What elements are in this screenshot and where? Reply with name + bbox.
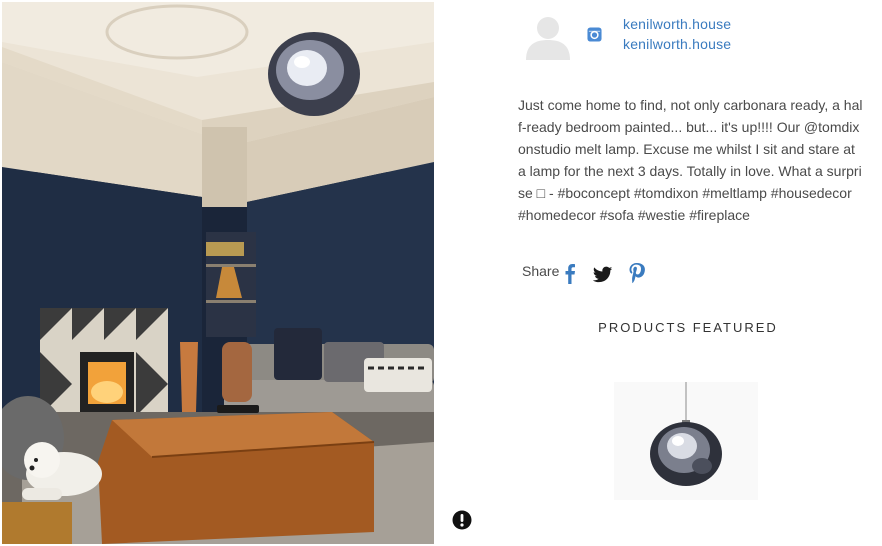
products-featured-heading: PRODUCTS FEATURED: [598, 320, 778, 335]
post-caption: Just come home to find, not only carbona…: [518, 97, 863, 223]
post-photo[interactable]: [2, 2, 434, 544]
facebook-icon[interactable]: [560, 262, 580, 284]
post-author: kenilworth.house kenilworth.house: [522, 12, 842, 62]
melt-lamp-product-image: [650, 382, 722, 486]
author-handle-link[interactable]: kenilworth.house: [623, 16, 731, 32]
share-bar: Share: [522, 262, 662, 286]
share-label: Share: [522, 263, 560, 279]
report-alert-icon[interactable]: [452, 510, 472, 530]
product-card-melt-lamp[interactable]: [614, 382, 758, 500]
twitter-icon[interactable]: [593, 264, 613, 286]
author-handle-secondary-link[interactable]: kenilworth.house: [623, 36, 731, 52]
avatar-placeholder-icon[interactable]: [522, 14, 574, 60]
room-illustration: [2, 2, 434, 544]
instagram-icon[interactable]: [587, 27, 602, 42]
pinterest-icon[interactable]: [627, 262, 647, 284]
